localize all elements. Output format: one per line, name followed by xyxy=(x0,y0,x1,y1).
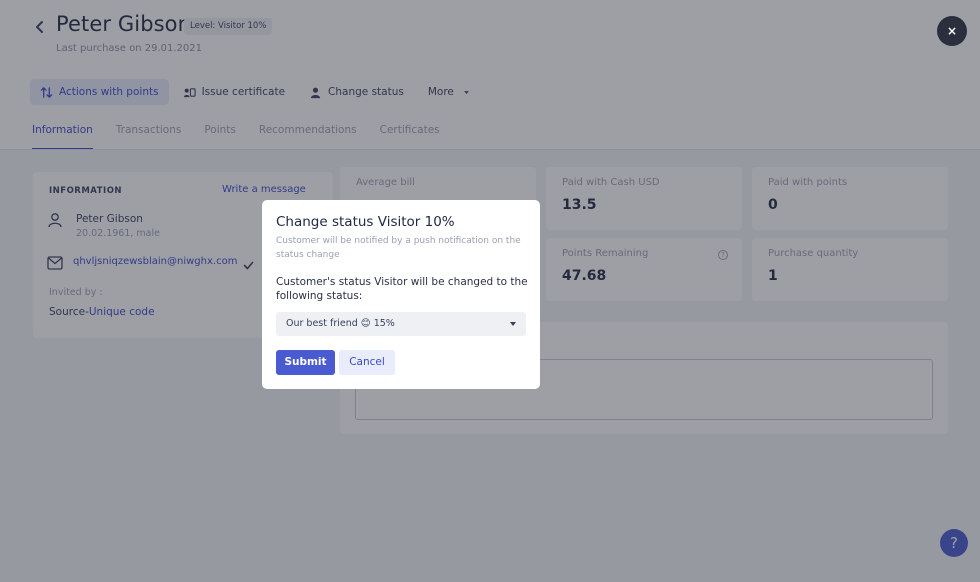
change-status-modal: Change status Visitor 10% Customer will … xyxy=(262,200,540,389)
modal-title: Change status Visitor 10% xyxy=(276,214,455,230)
submit-button[interactable]: Submit xyxy=(276,350,335,375)
modal-subtitle: Customer will be notified by a push noti… xyxy=(276,236,521,260)
caret-down-icon xyxy=(510,322,516,326)
modal-description: Customer's status Visitor will be change… xyxy=(276,276,528,302)
status-select[interactable]: Our best friend 😊 15% xyxy=(276,312,526,336)
cancel-button[interactable]: Cancel xyxy=(339,350,395,375)
close-button[interactable]: × xyxy=(937,16,967,46)
status-select-value: Our best friend 😊 15% xyxy=(286,318,395,329)
